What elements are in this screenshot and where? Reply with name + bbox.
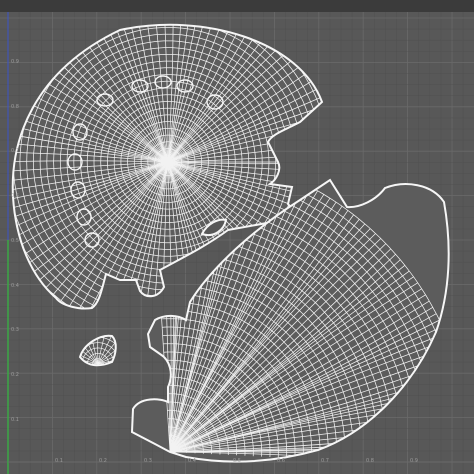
v-tick-label: 0.9 <box>11 59 19 65</box>
u-tick-label: 0.5 <box>233 458 241 464</box>
u-tick-label: 0.8 <box>366 458 374 464</box>
v-tick-label: 0.2 <box>11 372 19 378</box>
u-tick-label: 0.9 <box>410 458 418 464</box>
uv-viewport[interactable]: 0.9 0.8 0.7 0.6 0.5 0.4 0.3 0.2 0.1 0.1 … <box>0 12 474 474</box>
u-tick-label: 0.4 <box>188 458 196 464</box>
u-tick-label: 0.6 <box>277 458 285 464</box>
u-tick-label: 0.2 <box>99 458 107 464</box>
u-tick-label: 0.3 <box>144 458 152 464</box>
v-tick-label: 0.3 <box>11 327 19 333</box>
v-tick-label: 0.6 <box>11 193 19 199</box>
v-tick-label: 0.4 <box>11 283 19 289</box>
v-tick-label: 0.7 <box>11 148 19 154</box>
uv-canvas[interactable] <box>0 12 474 474</box>
small-island-shell[interactable] <box>66 332 130 367</box>
v-tick-label: 0.5 <box>11 238 19 244</box>
v-tick-label: 0.1 <box>11 417 19 423</box>
u-tick-label: 0.7 <box>321 458 329 464</box>
u-tick-label: 0.1 <box>55 458 63 464</box>
v-tick-label: 0.8 <box>11 104 19 110</box>
